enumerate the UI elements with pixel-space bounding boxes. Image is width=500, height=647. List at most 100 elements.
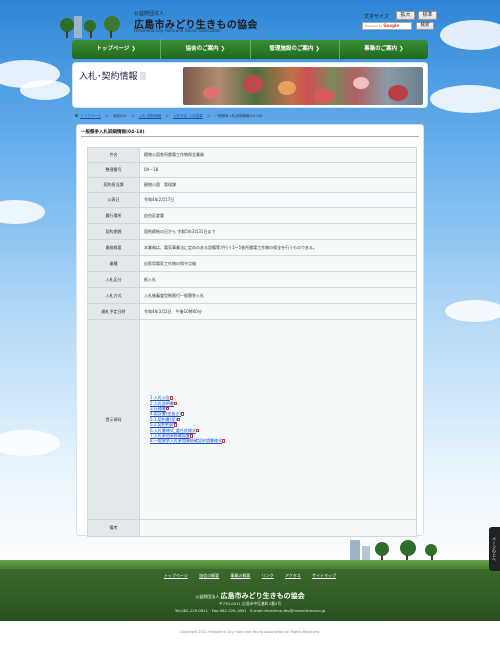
cloud (430, 85, 500, 113)
table-row: 開札予定日時 令和4年3月2日 午後10時00分 (88, 304, 416, 320)
footer-contact: Tel:082-229-0811 Fax:082-229-1891 E-mail… (174, 608, 326, 613)
table-row: 契約期間 契約締結の日から 令和5年3月31日まで (88, 224, 416, 240)
footer-address: 〒730-0011 広島市中区基町4番4号 (218, 601, 282, 606)
row-label: 件名 (88, 148, 140, 162)
row-value: 自家用電気工作物の保守点検 (140, 256, 416, 271)
breadcrumb-sep: ＞ (206, 114, 211, 118)
title-decoration (139, 72, 146, 80)
font-size-label: 文字サイズ (364, 14, 389, 20)
search-placeholder: Powered by (365, 24, 383, 28)
row-label: 開札予定日時 (88, 304, 140, 319)
row-label: 契約期間 (88, 224, 140, 239)
pdf-icon (181, 412, 185, 416)
cloud (0, 430, 60, 456)
flower-garden-photo (183, 67, 423, 105)
footer-links: トップページ 協会の概要 事業の概要 リンク アクセス サイトマップ (0, 573, 500, 579)
row-label: 整理番号 (88, 163, 140, 177)
footer-link-projects[interactable]: 事業の概要 (230, 573, 250, 578)
row-value (140, 520, 416, 536)
footer-org-name: 広島市みどり生きもの協会 (220, 592, 305, 600)
row-label: 公表日 (88, 193, 140, 207)
font-large-button[interactable]: 拡大 (396, 11, 415, 20)
cloud (20, 80, 70, 100)
pdf-icon (222, 439, 226, 443)
footer-bottom (0, 621, 500, 647)
list-item: 8.一般競争入札参加資格確認申請書様式 (150, 438, 226, 443)
document-link[interactable]: 4.設計書(金抜き) (150, 411, 181, 416)
row-label: 業務概要 (88, 240, 140, 255)
breadcrumb: トップページ ＞ 本部ほか ＞ 入札･契約情報 ＞ 入札予定･入札結果 ＞ 一般… (75, 114, 425, 120)
row-value: 紙入札 (140, 272, 416, 287)
table-row: 履行場所 佐伯区倉重 (88, 208, 416, 224)
row-label: 備考 (88, 520, 140, 536)
building-illustration (350, 540, 360, 562)
building-illustration (74, 16, 82, 38)
breadcrumb-bid-info[interactable]: 入札･契約情報 (139, 114, 162, 118)
row-label: 提示資料 (88, 320, 140, 519)
search-input[interactable]: Powered by Google (362, 22, 412, 30)
document-list-cell: 1.入札公告 2.入札説明書 3.仕様書 4.設計書(金抜き) 5-1.契約書(… (140, 320, 416, 519)
document-link[interactable]: 6.入札書様式_委任状様式 (150, 428, 196, 433)
document-link[interactable]: 1.入札公告 (150, 395, 170, 400)
site-footer: トップページ 協会の概要 事業の概要 リンク アクセス サイトマップ 公益財団法… (0, 569, 500, 621)
footer-link-about[interactable]: 協会の概要 (199, 573, 219, 578)
row-value: 佐伯区倉重 (140, 208, 416, 223)
cloud (445, 300, 500, 322)
breadcrumb-bid-schedule[interactable]: 入札予定･入札結果 (173, 114, 203, 118)
row-label: 履行場所 (88, 208, 140, 223)
table-row-note: 備考 (88, 520, 416, 536)
pdf-icon (190, 434, 194, 438)
main-content: 一般競争入札詳細情報(04-18) 件名 植物公園各所雷電工作物保全業務 整理番号… (76, 124, 424, 537)
page-title: 入札･契約情報 (79, 69, 146, 82)
bid-detail-table: 件名 植物公園各所雷電工作物保全業務 整理番号 04－18 契約担当課 植物公園 管理… (87, 147, 417, 537)
document-list: 1.入札公告 2.入札説明書 3.仕様書 4.設計書(金抜き) 5-1.契約書(… (144, 395, 226, 444)
table-row-documents: 提示資料 1.入札公告 2.入札説明書 3.仕様書 4.設計書(金抜き) 5-1… (88, 320, 416, 520)
footer-link-access[interactable]: アクセス (285, 573, 301, 578)
row-value: 本業務は、電気事業法に定めのある設備等が行う1～5各所雷電工作物の保全を行うもの… (140, 240, 416, 255)
table-row: 業種 自家用電気工作物の保守点検 (88, 256, 416, 272)
pdf-icon (166, 406, 170, 411)
row-label: 入札方式 (88, 288, 140, 303)
document-link[interactable]: 5-2.契約約款 (150, 422, 174, 427)
document-link[interactable]: 2.入札説明書 (150, 401, 174, 406)
table-row: 整理番号 04－18 (88, 163, 416, 178)
nav-top[interactable]: トップページ ❯ (72, 40, 162, 59)
search-button[interactable]: 検索 (416, 22, 434, 30)
cloud (0, 200, 45, 224)
pdf-icon (177, 417, 181, 422)
footer-link-links[interactable]: リンク (262, 573, 274, 578)
row-label: 入札区分 (88, 272, 140, 287)
tree-illustration (400, 540, 416, 562)
section-title: 一般競争入札詳細情報(04-18) (81, 130, 145, 135)
font-standard-button[interactable]: 標準 (418, 11, 437, 20)
table-row: 契約担当課 植物公園 管理課 (88, 178, 416, 193)
pdf-icon (196, 428, 200, 433)
breadcrumb-current: 一般競争入札詳細情報(04-18) (214, 114, 263, 118)
document-link[interactable]: 8.一般競争入札参加資格確認申請書様式 (150, 438, 222, 443)
nav-about[interactable]: 協会のご案内 ❯ (161, 40, 251, 59)
nav-projects[interactable]: 事業のご案内 ❯ (340, 40, 428, 59)
tree-illustration (84, 20, 98, 38)
breadcrumb-sep: ＞ (165, 114, 169, 118)
row-value: 植物公園各所雷電工作物保全業務 (140, 148, 416, 162)
section-divider (81, 136, 419, 137)
table-row: 件名 植物公園各所雷電工作物保全業務 (88, 148, 416, 163)
row-value: 植物公園 管理課 (140, 178, 416, 192)
tree-illustration (104, 16, 120, 38)
nav-facilities[interactable]: 管理施設のご案内 ❯ (251, 40, 340, 59)
pdf-icon (174, 401, 178, 406)
table-row: 入札区分 紙入札 (88, 272, 416, 288)
table-row: 公表日 令和4年2月17日 (88, 193, 416, 208)
footer-link-sitemap[interactable]: サイトマップ (312, 573, 336, 578)
table-row: 入札方式 入札後審査型制限付一般競争入札 (88, 288, 416, 304)
row-label: 契約担当課 (88, 178, 140, 192)
page-title-text: 入札･契約情報 (79, 72, 138, 82)
row-value: 契約締結の日から 令和5年3月31日まで (140, 224, 416, 239)
breadcrumb-top[interactable]: トップページ (80, 114, 101, 118)
page-top-button[interactable]: ページの上へ (489, 527, 500, 571)
home-icon (75, 114, 78, 117)
footer-link-top[interactable]: トップページ (164, 573, 188, 578)
logo-english-name: Hiroshima City Flora and Fauna Associati… (134, 28, 221, 33)
global-nav: トップページ ❯ 協会のご案内 ❯ 管理施設のご案内 ❯ 事業のご案内 ❯ (72, 40, 428, 59)
row-value: 令和4年3月2日 午後10時00分 (140, 304, 416, 319)
